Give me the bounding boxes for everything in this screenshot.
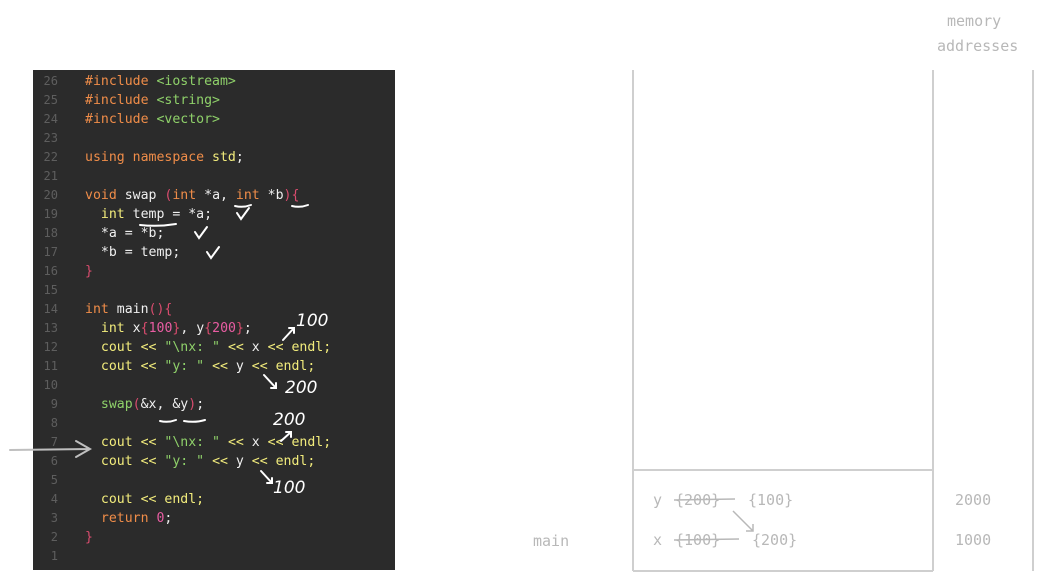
- var-x-name: x: [653, 531, 663, 549]
- swap-arrow-icon: [732, 510, 754, 532]
- arrow-y-before-icon: [263, 374, 277, 389]
- check-icon: [194, 226, 208, 240]
- check-icon: [206, 246, 220, 260]
- var-x-address: 1000: [955, 531, 992, 549]
- arrow-x-before-icon: [282, 327, 295, 341]
- var-x-new-value: {200}: [752, 531, 798, 549]
- var-y-old-value: {200}: [675, 491, 721, 509]
- check-icon: [236, 207, 250, 221]
- frame-label-main: main: [533, 532, 570, 550]
- underline-temp: [139, 223, 177, 227]
- underline-b: [291, 204, 309, 208]
- var-y-new-value: {100}: [748, 491, 794, 509]
- arrow-y-after-icon: [260, 470, 273, 484]
- arrow-x-after-icon: [280, 431, 292, 442]
- underline-amp-y: [183, 419, 206, 423]
- var-y-address: 2000: [955, 491, 992, 509]
- underline-a: [234, 204, 252, 208]
- var-y-name: y: [653, 491, 663, 509]
- var-x-old-value: {100}: [675, 531, 721, 549]
- memory-header-line2: addresses: [937, 37, 1019, 55]
- hand-drawn-overlay: [9, 70, 1034, 572]
- underline-amp-x: [159, 419, 177, 423]
- memory-header-line1: memory: [947, 12, 1002, 30]
- current-line-arrow-icon: [9, 440, 93, 458]
